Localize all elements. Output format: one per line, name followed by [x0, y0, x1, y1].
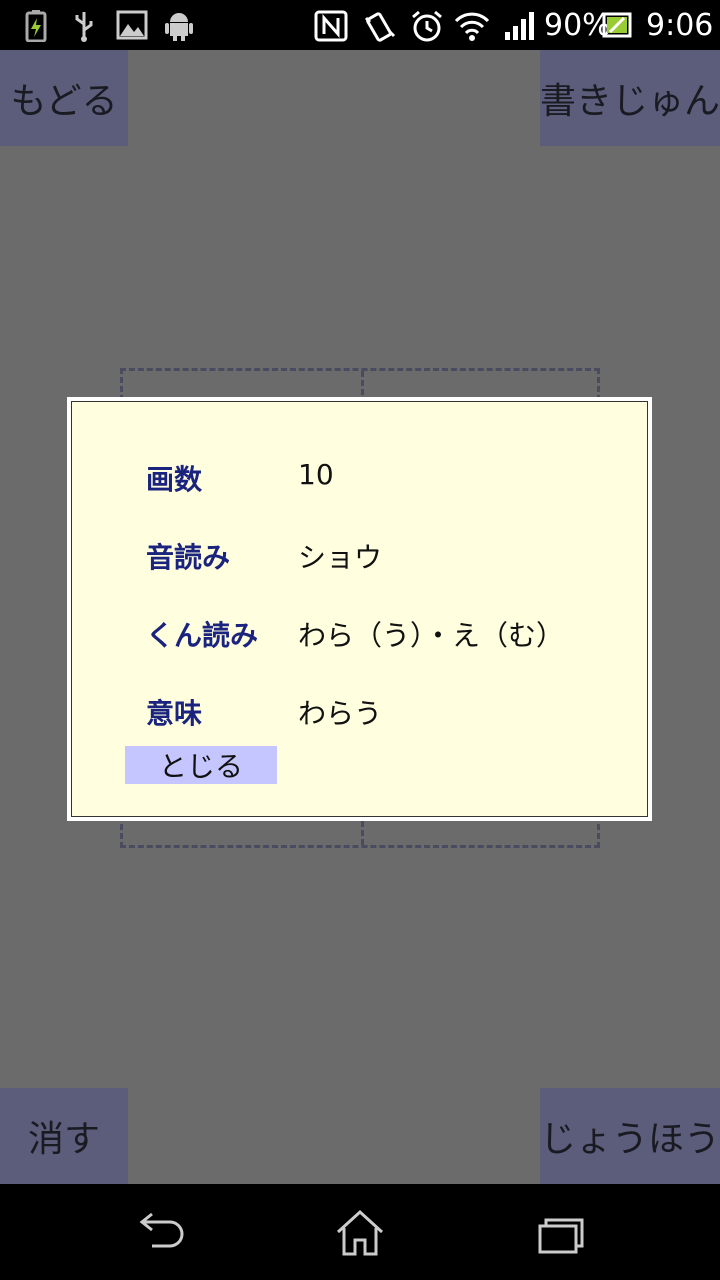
usb-icon — [75, 12, 93, 42]
clock: 9:06 — [646, 8, 714, 43]
navigation-bar — [0, 1184, 720, 1280]
battery-charging-icon — [25, 10, 47, 42]
close-button[interactable]: とじる — [125, 746, 277, 784]
stroke-count-label: 画数 — [146, 463, 203, 496]
wifi-icon — [454, 12, 490, 41]
on-reading-value: ショウ — [298, 541, 383, 574]
status-bar: 90% 9:06 — [0, 0, 720, 50]
meaning-label: 意味 — [146, 697, 203, 730]
recent-apps-icon[interactable] — [532, 1204, 592, 1260]
kanji-practice-screen: もどる 書きじゅん 消す じょうほう 画数 10 音読み ショウ くん読み わら… — [0, 50, 720, 1184]
stroke-order-button[interactable]: 書きじゅん — [540, 50, 720, 146]
battery-icon — [602, 12, 632, 38]
erase-button[interactable]: 消す — [0, 1088, 128, 1184]
info-button[interactable]: じょうほう — [540, 1088, 720, 1184]
stroke-count-value: 10 — [298, 458, 334, 491]
signal-icon — [505, 12, 534, 40]
kanji-info-dialog: 画数 10 音読み ショウ くん読み わら（う）・え（む） 意味 わらう とじる — [67, 397, 652, 821]
alarm-icon — [412, 10, 442, 42]
dialog-content: 画数 10 音読み ショウ くん読み わら（う）・え（む） 意味 わらう とじる — [71, 401, 648, 817]
back-icon[interactable] — [130, 1204, 190, 1260]
battery-percent: 90% — [544, 8, 611, 43]
meaning-value: わらう — [298, 697, 383, 730]
nfc-icon — [314, 10, 348, 42]
kun-reading-value: わら（う）・え（む） — [298, 619, 565, 652]
on-reading-label: 音読み — [146, 541, 231, 574]
back-button[interactable]: もどる — [0, 50, 128, 146]
vibrate-icon — [364, 12, 396, 42]
image-icon — [116, 10, 148, 40]
kun-reading-label: くん読み — [146, 619, 259, 652]
android-icon — [165, 13, 193, 41]
home-icon[interactable] — [330, 1204, 390, 1260]
